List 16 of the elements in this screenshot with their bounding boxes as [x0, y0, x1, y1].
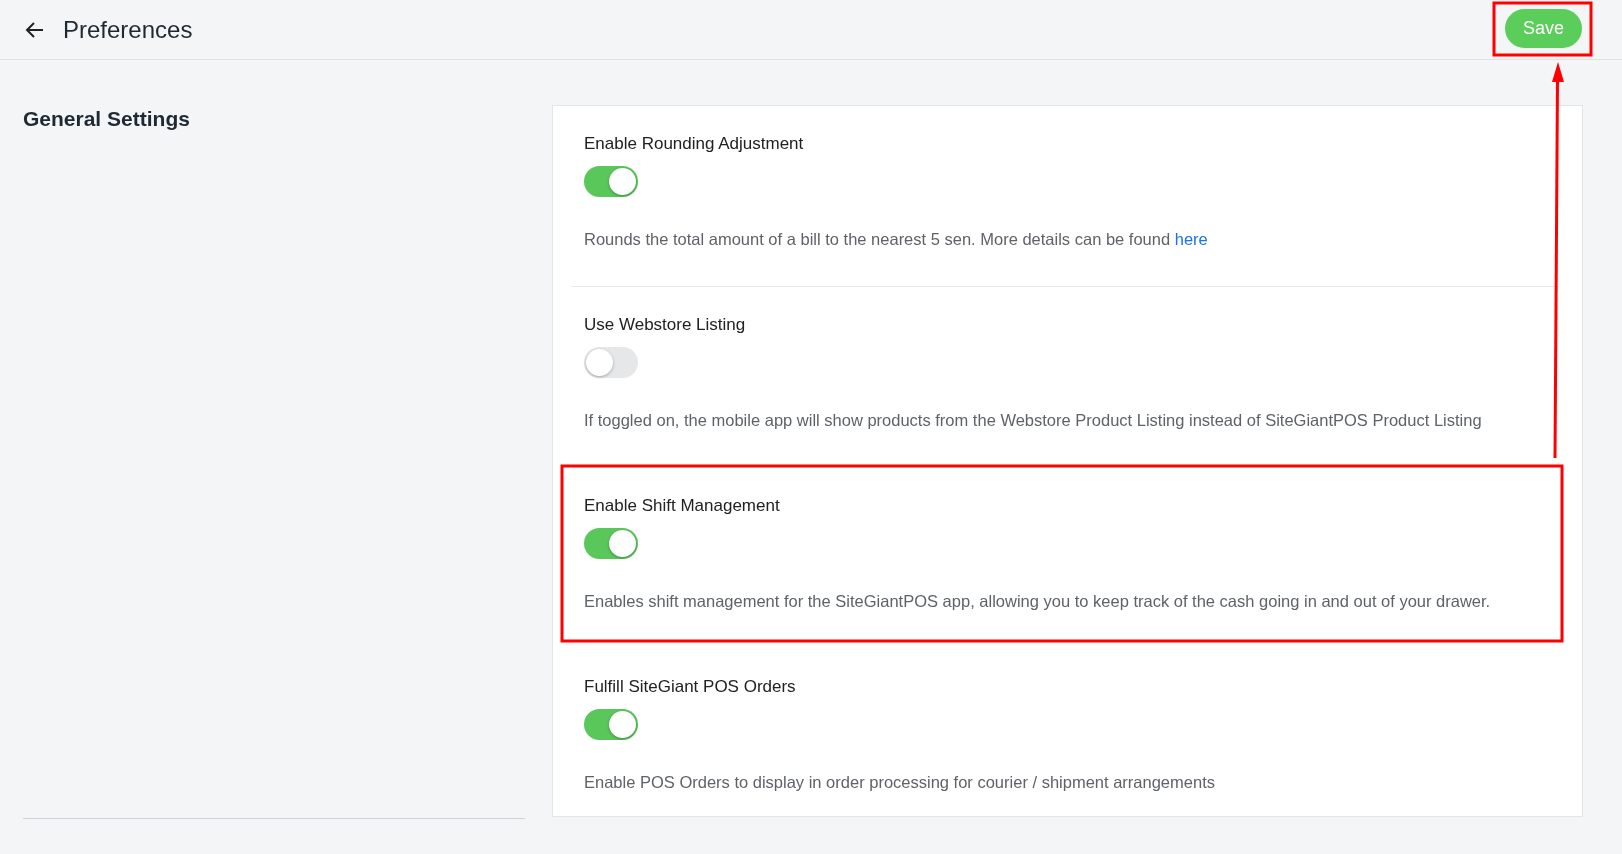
- setting-label: Fulfill SiteGiant POS Orders: [584, 676, 797, 698]
- setting-description: If toggled on, the mobile app will show products from the Webstore Product Listing instead of SiteGiantPOS Product Listing: [584, 411, 1482, 429]
- page-title: Preferences: [63, 15, 193, 44]
- toggle-switch[interactable]: [584, 347, 638, 378]
- setting-description: Enables shift management for the SiteGiantPOS app, allowing you to keep track of the cash going in and out of your drawer.: [584, 592, 1491, 610]
- back-arrow-icon[interactable]: [25, 19, 45, 40]
- setting-label: Enable Rounding Adjustment: [584, 133, 805, 155]
- toggle-switch[interactable]: [584, 709, 638, 740]
- toggle-switch[interactable]: [584, 528, 638, 559]
- setting-description: Enable POS Orders to display in order processing for courier / shipment arrangements: [584, 773, 1215, 791]
- help-link[interactable]: here: [1174, 230, 1208, 248]
- toggle-switch[interactable]: [584, 166, 638, 197]
- setting-label: Enable Shift Management: [584, 495, 781, 517]
- setting-description: Rounds the total amount of a bill to the nearest 5 sen. More details can be found: [584, 230, 1171, 248]
- section-title: General Settings: [23, 107, 191, 131]
- setting-label: Use Webstore Listing: [584, 314, 747, 336]
